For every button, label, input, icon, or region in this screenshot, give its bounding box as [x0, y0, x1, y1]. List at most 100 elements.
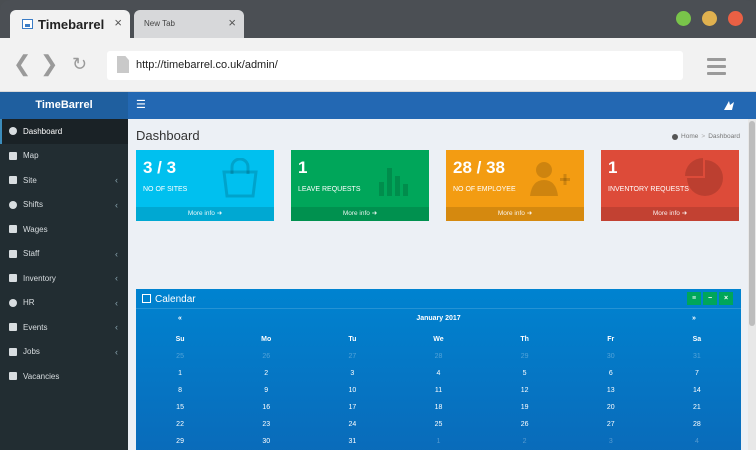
expand-caret-icon[interactable]: ‹	[115, 347, 118, 357]
sidebar-item-vacancies[interactable]: Vacancies	[0, 364, 128, 389]
calendar-day[interactable]: 1	[395, 433, 481, 450]
tab-title: Timebarrel	[38, 17, 105, 32]
breadcrumb-home[interactable]: Home	[681, 133, 698, 140]
calendar-day[interactable]: 26	[223, 348, 309, 365]
minimize-button[interactable]	[702, 11, 717, 26]
calendar-day[interactable]: 28	[395, 348, 481, 365]
scrollbar-thumb[interactable]	[749, 121, 755, 326]
stat-number: 1	[298, 158, 308, 177]
calendar-grid: Su Mo Tu We Th Fr Sa 25 26 27 28 29 30 31 1 2 3 4 5 6 7 8 9 10 1…	[136, 331, 741, 450]
more-info-link[interactable]: More info ➜	[291, 207, 429, 221]
breadcrumb-separator: >	[701, 133, 706, 140]
calendar-day[interactable]: 16	[223, 399, 309, 416]
more-info-link[interactable]: More info ➜	[136, 207, 274, 221]
calendar-day[interactable]: 13	[568, 382, 654, 399]
app-logo[interactable]: TimeBarrel	[0, 92, 128, 119]
calendar-day[interactable]: 6	[568, 365, 654, 382]
calendar-day[interactable]: 7	[654, 365, 740, 382]
tab-title: New Tab	[144, 19, 175, 28]
sidebar-item-jobs[interactable]: Jobs ‹	[0, 340, 128, 365]
expand-caret-icon[interactable]: ‹	[115, 298, 118, 308]
calendar-title: Calendar	[155, 294, 196, 305]
sidebar-item-staff[interactable]: Staff ‹	[0, 242, 128, 267]
prev-month-button[interactable]: «	[178, 315, 182, 322]
sidebar-item-hr[interactable]: HR ‹	[0, 291, 128, 316]
tab-timebarrel[interactable]: Timebarrel ×	[10, 10, 130, 38]
calendar-day[interactable]: 23	[223, 416, 309, 433]
calendar-day[interactable]: 24	[309, 416, 395, 433]
calendar-day[interactable]: 5	[482, 365, 568, 382]
calendar-day[interactable]: 4	[654, 433, 740, 450]
calendar-day[interactable]: 4	[395, 365, 481, 382]
sidebar-item-wages[interactable]: Wages	[0, 217, 128, 242]
reload-icon[interactable]: ↻	[72, 55, 87, 73]
page-scrollbar[interactable]	[748, 119, 756, 450]
calendar-day[interactable]: 27	[568, 416, 654, 433]
calendar-month[interactable]: January 2017	[136, 315, 741, 322]
calendar-day[interactable]: 9	[223, 382, 309, 399]
address-bar[interactable]: http://timebarrel.co.uk/admin/	[107, 51, 683, 80]
breadcrumb: Home > Dashboard	[672, 133, 740, 140]
map-marker-icon	[9, 151, 17, 160]
calendar-day[interactable]: 2	[223, 365, 309, 382]
calendar-day[interactable]: 25	[137, 348, 223, 365]
sidebar-item-shifts[interactable]: Shifts ‹	[0, 193, 128, 218]
calendar-day[interactable]: 22	[137, 416, 223, 433]
calendar-day[interactable]: 1	[137, 365, 223, 382]
next-month-button[interactable]: »	[692, 315, 696, 322]
calendar-day[interactable]: 18	[395, 399, 481, 416]
calendar-day[interactable]: 14	[654, 382, 740, 399]
sidebar-item-dashboard[interactable]: Dashboard	[0, 119, 128, 144]
sidebar-item-inventory[interactable]: Inventory ‹	[0, 266, 128, 291]
close-tab-icon[interactable]: ×	[228, 16, 236, 29]
calendar-day[interactable]: 11	[395, 382, 481, 399]
calendar-day[interactable]: 15	[137, 399, 223, 416]
forward-arrow-icon[interactable]: ❯	[40, 53, 58, 75]
sidebar-toggle-icon[interactable]: ☰	[136, 99, 146, 112]
calendar-day[interactable]: 31	[309, 433, 395, 450]
expand-caret-icon[interactable]: ‹	[115, 175, 118, 185]
sidebar-item-events[interactable]: Events ‹	[0, 315, 128, 340]
calendar-menu-button[interactable]: ≡	[687, 292, 701, 305]
remove-button[interactable]: ×	[719, 292, 733, 305]
collapse-button[interactable]: −	[703, 292, 717, 305]
more-info-link[interactable]: More info ➜	[446, 207, 584, 221]
sidebar-item-map[interactable]: Map	[0, 144, 128, 169]
url-text[interactable]: http://timebarrel.co.uk/admin/	[136, 59, 278, 71]
calendar-month-row: January 2017 « »	[136, 315, 741, 327]
sidebar-item-site[interactable]: Site ‹	[0, 168, 128, 193]
calendar-day[interactable]: 10	[309, 382, 395, 399]
calendar-day[interactable]: 25	[395, 416, 481, 433]
calendar-day[interactable]: 31	[654, 348, 740, 365]
calendar-day[interactable]: 28	[654, 416, 740, 433]
expand-caret-icon[interactable]: ‹	[115, 322, 118, 332]
clock-icon	[9, 200, 17, 209]
calendar-day[interactable]: 29	[482, 348, 568, 365]
calendar-day[interactable]: 21	[654, 399, 740, 416]
tab-new-tab[interactable]: New Tab ×	[134, 10, 244, 38]
calendar-day[interactable]: 19	[482, 399, 568, 416]
close-tab-icon[interactable]: ×	[114, 16, 122, 29]
more-info-link[interactable]: More info ➜	[601, 207, 739, 221]
calendar-day[interactable]: 8	[137, 382, 223, 399]
calendar-day[interactable]: 20	[568, 399, 654, 416]
user-menu-icon[interactable]	[722, 99, 736, 112]
expand-caret-icon[interactable]: ‹	[115, 273, 118, 283]
browser-menu-icon[interactable]	[707, 58, 726, 79]
maximize-button[interactable]	[676, 11, 691, 26]
calendar-header: Calendar ≡ − ×	[136, 289, 741, 309]
expand-caret-icon[interactable]: ‹	[115, 249, 118, 259]
calendar-day[interactable]: 29	[137, 433, 223, 450]
expand-caret-icon[interactable]: ‹	[115, 200, 118, 210]
close-window-button[interactable]	[728, 11, 743, 26]
calendar-day[interactable]: 17	[309, 399, 395, 416]
calendar-day[interactable]: 30	[568, 348, 654, 365]
calendar-day[interactable]: 12	[482, 382, 568, 399]
calendar-day[interactable]: 2	[482, 433, 568, 450]
back-arrow-icon[interactable]: ❮	[13, 53, 31, 75]
calendar-day[interactable]: 3	[568, 433, 654, 450]
calendar-day[interactable]: 30	[223, 433, 309, 450]
calendar-day[interactable]: 26	[482, 416, 568, 433]
calendar-day[interactable]: 27	[309, 348, 395, 365]
calendar-day[interactable]: 3	[309, 365, 395, 382]
